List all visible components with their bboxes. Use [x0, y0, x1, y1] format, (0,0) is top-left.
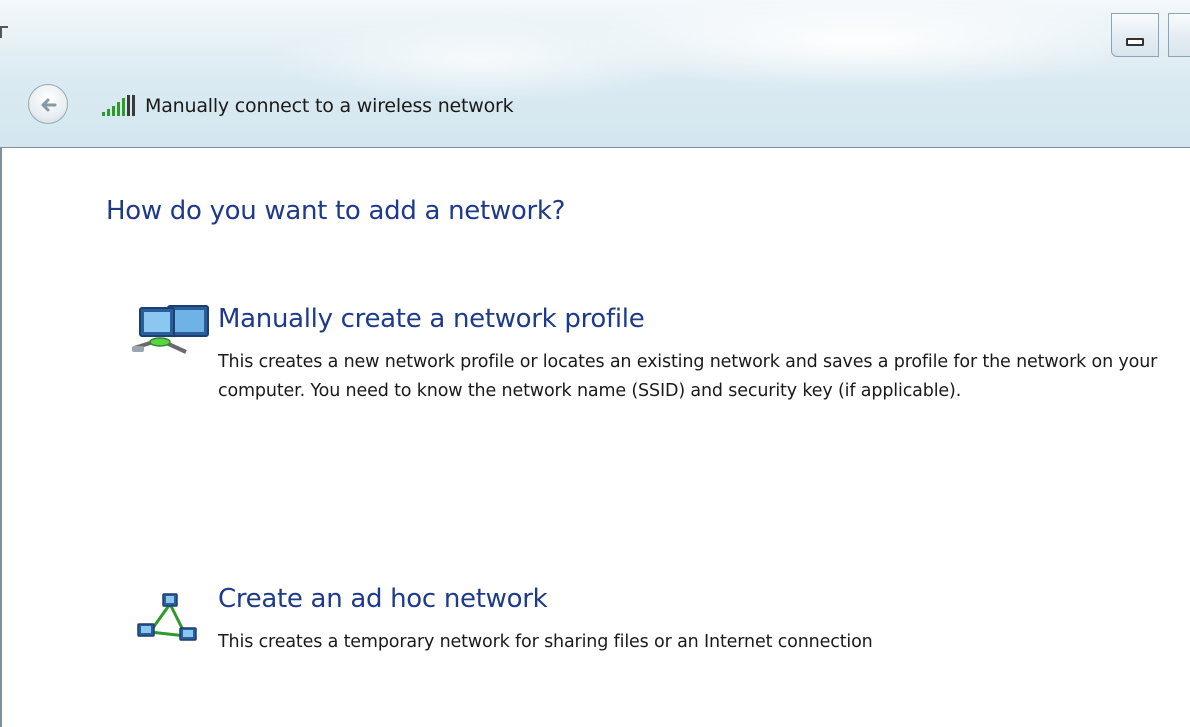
adhoc-network-option[interactable]: Create an ad hoc network This creates a …: [130, 580, 1170, 670]
back-button[interactable]: [28, 84, 68, 124]
manual-profile-description: This creates a new network profile or lo…: [218, 352, 1158, 401]
adhoc-network-title: Create an ad hoc network: [218, 584, 548, 614]
maximize-button[interactable]: [1168, 13, 1190, 57]
network-computers-icon: [132, 305, 209, 354]
minimize-icon: [1126, 38, 1144, 46]
title-bar: Manually connect to a wireless network: [0, 0, 1190, 148]
minimize-button[interactable]: [1111, 13, 1159, 57]
adhoc-network-description: This creates a temporary network for sha…: [218, 632, 873, 652]
page-heading: How do you want to add a network?: [106, 196, 566, 226]
back-arrow-icon: [41, 98, 57, 112]
window-title: Manually connect to a wireless network: [145, 95, 514, 117]
manual-profile-option[interactable]: Manually create a network profile This c…: [130, 300, 1170, 450]
wizard-content: How do you want to add a network? Manual…: [0, 147, 1190, 727]
adhoc-network-icon: [137, 593, 197, 641]
manual-profile-title: Manually create a network profile: [218, 304, 645, 334]
wireless-signal-icon: [102, 95, 135, 116]
window-frame-corner: [0, 26, 8, 38]
wizard-window: Manually connect to a wireless network H…: [0, 0, 1190, 727]
